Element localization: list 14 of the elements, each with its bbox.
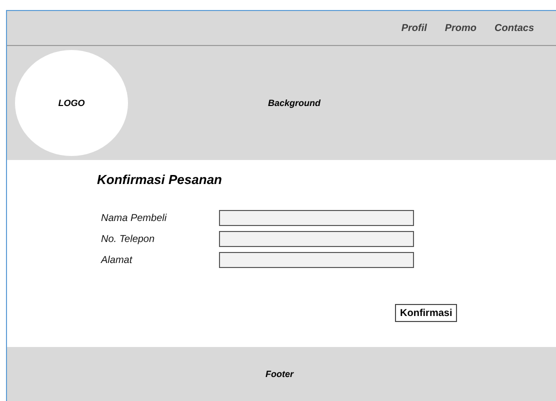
logo-text: LOGO [58, 98, 85, 108]
field-label: Nama Pembeli [101, 212, 168, 224]
nav-link[interactable]: Contacs [494, 22, 534, 34]
nav-link[interactable]: Promo [444, 22, 477, 34]
background-label: Background [268, 98, 321, 108]
input-field[interactable] [219, 210, 414, 226]
field-label: Alamat [101, 254, 134, 266]
nav-link[interactable]: Profil [401, 22, 427, 34]
footer-text: Footer [266, 369, 294, 379]
input-field[interactable] [219, 231, 414, 247]
field-label: No. Telepon [101, 234, 156, 244]
input-field[interactable] [219, 252, 414, 268]
form-title: Konfirmasi Pesanan [97, 172, 223, 187]
confirm-button[interactable]: Konfirmasi [395, 304, 457, 322]
